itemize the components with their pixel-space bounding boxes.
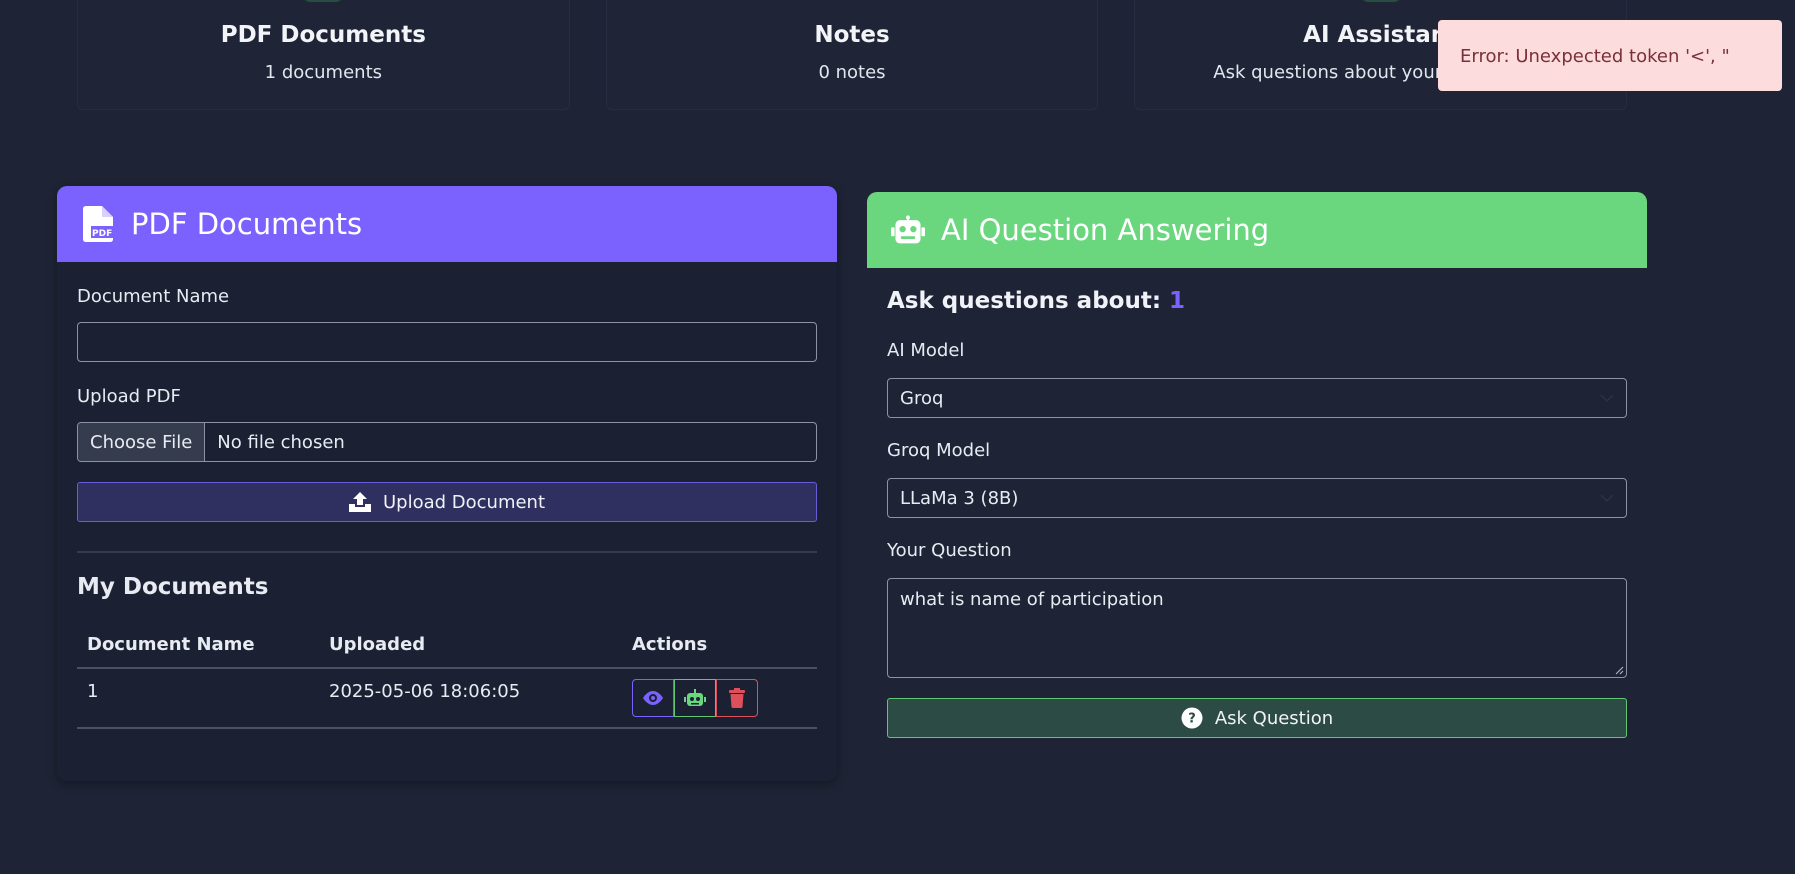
ask-ai-button[interactable]: [674, 679, 716, 717]
upload-button-label: Upload Document: [382, 491, 546, 513]
pdf-panel-title: PDF Documents: [131, 207, 363, 241]
stat-title: PDF Documents: [220, 22, 426, 48]
ai-panel-header: AI Question Answering: [867, 192, 1647, 268]
chevron-down-icon: [1600, 394, 1614, 402]
groq-model-label: Groq Model: [887, 440, 991, 461]
column-header-actions: Actions: [622, 622, 817, 669]
column-header-uploaded: Uploaded: [319, 622, 622, 669]
documents-table: Document Name Uploaded Actions 1 2025-05…: [77, 622, 817, 729]
robot-icon: [891, 212, 925, 248]
uploaded-cell: 2025-05-06 18:06:05: [319, 668, 622, 729]
row-actions: [632, 679, 817, 717]
your-question-label: Your Question: [887, 540, 1012, 561]
ai-model-label: AI Model: [887, 340, 965, 361]
upload-document-button[interactable]: Upload Document: [77, 482, 817, 522]
table-row: 1 2025-05-06 18:06:05: [77, 668, 817, 729]
svg-text:PDF: PDF: [92, 229, 112, 239]
robot-icon: [684, 689, 706, 706]
stat-icon: [301, 0, 346, 2]
ask-about-label: Ask questions about:: [887, 288, 1162, 314]
question-textarea[interactable]: what is name of participation: [887, 578, 1627, 678]
resize-handle-icon[interactable]: [1614, 665, 1624, 675]
stat-card-notes: Notes 0 notes: [605, 0, 1099, 110]
view-document-button[interactable]: [632, 679, 674, 717]
pdf-panel-header: PDF PDF Documents: [57, 186, 837, 262]
choose-file-button[interactable]: Choose File: [78, 423, 206, 461]
ai-model-select[interactable]: Groq: [887, 378, 1627, 418]
column-header-name: Document Name: [77, 622, 319, 669]
stat-subtitle: 0 notes: [818, 62, 886, 83]
ask-about-heading: Ask questions about: 1: [887, 288, 1185, 314]
error-toast[interactable]: Error: Unexpected token '<', ": [1438, 20, 1782, 91]
svg-text:?: ?: [1188, 712, 1196, 727]
question-circle-icon: ?: [1181, 707, 1203, 729]
table-header-row: Document Name Uploaded Actions: [77, 622, 817, 669]
document-name-input[interactable]: [77, 322, 817, 362]
divider: [77, 551, 817, 553]
groq-model-value: LLaMa 3 (8B): [900, 487, 1019, 509]
stats-row: PDF Documents 1 documents Notes 0 notes …: [77, 0, 1628, 110]
document-name-label: Document Name: [77, 286, 230, 307]
file-pdf-icon: PDF: [81, 206, 115, 242]
stat-title: Notes: [814, 22, 890, 48]
ai-model-value: Groq: [900, 387, 944, 409]
ai-panel-title: AI Question Answering: [941, 213, 1270, 247]
document-name-cell: 1: [77, 668, 319, 729]
stat-card-pdf: PDF Documents 1 documents: [77, 0, 570, 110]
eye-icon: [643, 691, 663, 705]
ask-button-label: Ask Question: [1214, 707, 1334, 729]
error-message: Error: Unexpected token '<', ": [1460, 46, 1730, 67]
upload-pdf-label: Upload PDF: [77, 386, 181, 407]
file-status: No file chosen: [217, 431, 345, 453]
ai-question-panel: AI Question Answering Ask questions abou…: [867, 192, 1647, 772]
file-upload-input[interactable]: Choose File No file chosen: [77, 422, 817, 462]
chevron-down-icon: [1600, 494, 1614, 502]
pdf-documents-panel: PDF PDF Documents Document Name Upload P…: [57, 186, 837, 781]
groq-model-select[interactable]: LLaMa 3 (8B): [887, 478, 1627, 518]
trash-icon: [729, 688, 745, 708]
selected-document: 1: [1169, 288, 1186, 314]
actions-cell: [622, 668, 817, 729]
my-documents-heading: My Documents: [77, 574, 269, 600]
upload-icon: [348, 492, 371, 512]
stat-subtitle: 1 documents: [264, 62, 383, 83]
stat-icon: [1358, 0, 1403, 2]
question-text: what is name of participation: [900, 589, 1164, 610]
ask-question-button[interactable]: ? Ask Question: [887, 698, 1627, 738]
delete-document-button[interactable]: [716, 679, 758, 717]
